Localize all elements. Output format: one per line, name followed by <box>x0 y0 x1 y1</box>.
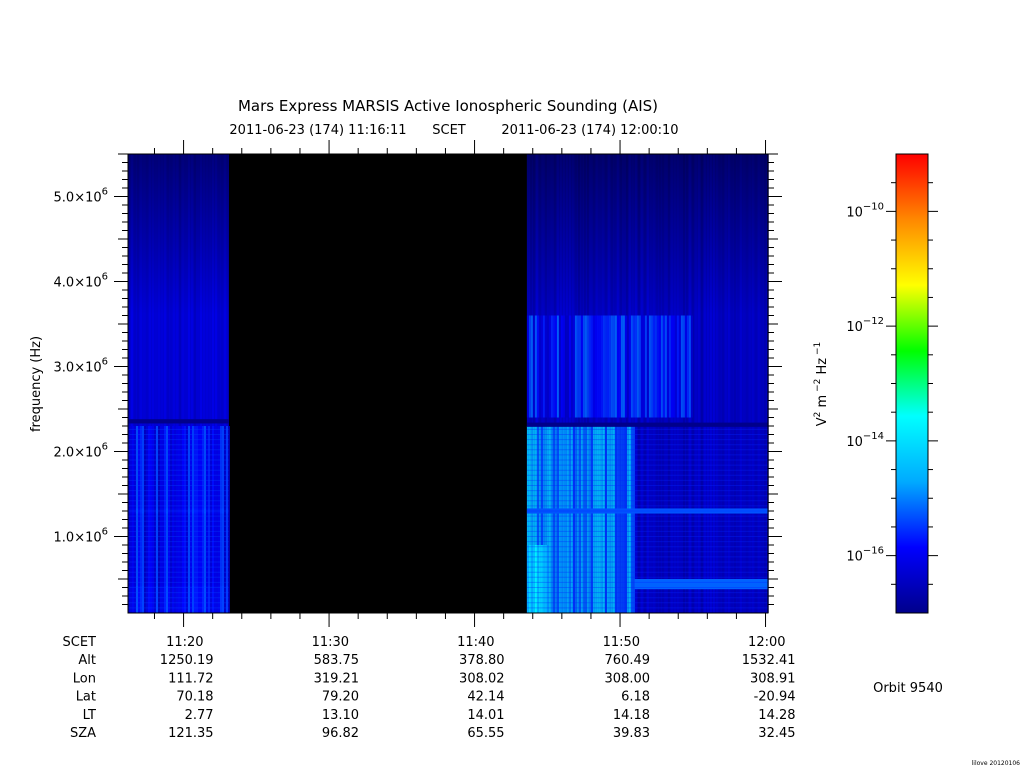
y-tick-label: 1.0×106 <box>54 527 108 546</box>
colorbar-tick-label: 10−10 <box>846 201 884 220</box>
colorbar-tick-label: 10−14 <box>846 431 884 450</box>
colorbar: 10−1010−1210−1410−16 <box>846 153 938 614</box>
y-tick-exponent: 6 <box>102 357 108 368</box>
ephemeris-row-label: Lon <box>73 671 96 686</box>
ephemeris-table: SCET 11:20 11:30 11:40 11:50 12:00 Alt 1250.19 5… <box>63 635 796 741</box>
ephemeris-cell: 583.75 <box>314 653 360 668</box>
time-range-end: 2011-06-23 (174) 12:00:10 <box>501 123 678 138</box>
colorbar-label-part: −2 <box>813 379 823 395</box>
y-tick-mantissa: 4.0×10 <box>54 276 102 291</box>
colorbar-tick-exponent: −12 <box>863 316 884 327</box>
ephemeris-cell: 308.00 <box>605 671 651 686</box>
ephemeris-cell: 6.18 <box>621 690 650 705</box>
chart-title: Mars Express MARSIS Active Ionospheric S… <box>238 97 658 115</box>
ephemeris-cell: 32.45 <box>758 726 795 741</box>
time-range-start: 2011-06-23 (174) 11:16:11 <box>229 123 406 138</box>
segment-shading <box>526 154 768 613</box>
ephemeris-row-label: SZA <box>70 726 96 741</box>
ephemeris-cell: 11:40 <box>457 635 494 650</box>
colorbar-label-part: m <box>815 395 830 412</box>
y-tick-label: 5.0×106 <box>54 187 108 206</box>
ephemeris-cell: 308.02 <box>459 671 505 686</box>
colorbar-label: V2 m −2 Hz −1 <box>813 342 830 426</box>
ephemeris-cell: 308.91 <box>750 671 796 686</box>
y-tick-exponent: 6 <box>102 442 108 453</box>
ephemeris-cell: 14.28 <box>758 708 795 723</box>
ephemeris-cell: 760.49 <box>605 653 651 668</box>
orbit-label: Orbit 9540 <box>873 681 943 696</box>
y-tick-mantissa: 3.0×10 <box>54 361 102 376</box>
colorbar-tick-base: 10 <box>846 435 863 450</box>
ephemeris-row-label: LT <box>83 708 96 723</box>
ephemeris-cell: 11:50 <box>603 635 640 650</box>
y-tick-mantissa: 5.0×10 <box>54 191 102 206</box>
segment-2 <box>526 154 769 614</box>
colorbar-gradient <box>895 153 929 614</box>
y-tick-exponent: 6 <box>102 527 108 538</box>
marsis-ais-chart: Mars Express MARSIS Active Ionospheric S… <box>29 97 1021 767</box>
colorbar-label-part: Hz <box>815 358 830 379</box>
ephemeris-row-label: Alt <box>78 653 96 668</box>
ephemeris-cell: -20.94 <box>754 690 796 705</box>
segment-shading <box>128 154 229 613</box>
y-tick-exponent: 6 <box>102 187 108 198</box>
ephemeris-cell: 319.21 <box>314 671 360 686</box>
colorbar-tick-exponent: −16 <box>863 546 884 557</box>
ephemeris-cell: 79.20 <box>322 690 359 705</box>
colorbar-tick-base: 10 <box>846 205 863 220</box>
y-tick-label: 2.0×106 <box>54 442 108 461</box>
colorbar-tick-label: 10−16 <box>846 546 884 565</box>
y-tick-label: 3.0×106 <box>54 357 108 376</box>
ephemeris-cell: 13.10 <box>322 708 359 723</box>
colorbar-tick-exponent: −10 <box>863 201 884 212</box>
ephemeris-cell: 14.18 <box>613 708 650 723</box>
colorbar-tick-base: 10 <box>846 320 863 335</box>
ephemeris-cell: 96.82 <box>322 726 359 741</box>
ephemeris-cell: 121.35 <box>168 726 214 741</box>
y-tick-label: 4.0×106 <box>54 272 108 291</box>
spectrogram-plot <box>128 154 769 614</box>
ephemeris-cell: 12:00 <box>748 635 785 650</box>
ephemeris-cell: 11:20 <box>166 635 203 650</box>
colorbar-tick-base: 10 <box>846 550 863 565</box>
colorbar-tick-label: 10−12 <box>846 316 884 335</box>
ephemeris-cell: 2.77 <box>185 708 214 723</box>
ephemeris-cell: 111.72 <box>168 671 214 686</box>
colorbar-tick-exponent: −14 <box>863 431 884 442</box>
ephemeris-cell: 65.55 <box>467 726 504 741</box>
y-axis-label: frequency (Hz) <box>29 336 44 432</box>
y-tick-mantissa: 2.0×10 <box>54 446 102 461</box>
ephemeris-cell: 14.01 <box>467 708 504 723</box>
ephemeris-row-label: SCET <box>63 635 97 650</box>
colorbar-label-part: −1 <box>813 342 823 358</box>
ephemeris-cell: 1250.19 <box>160 653 214 668</box>
ephemeris-cell: 378.80 <box>459 653 505 668</box>
colorbar-label-part: V <box>815 417 830 426</box>
ephemeris-cell: 39.83 <box>613 726 650 741</box>
ephemeris-row-label: Lat <box>76 690 96 705</box>
time-range-frame: SCET <box>432 123 466 138</box>
y-tick-mantissa: 1.0×10 <box>54 531 102 546</box>
segment-1 <box>128 154 230 614</box>
y-tick-exponent: 6 <box>102 272 108 283</box>
footer-stamp: lilove 20120106 <box>972 760 1021 767</box>
ephemeris-cell: 70.18 <box>176 690 213 705</box>
ephemeris-cell: 1532.41 <box>742 653 796 668</box>
ephemeris-cell: 11:30 <box>312 635 349 650</box>
ephemeris-cell: 42.14 <box>467 690 504 705</box>
